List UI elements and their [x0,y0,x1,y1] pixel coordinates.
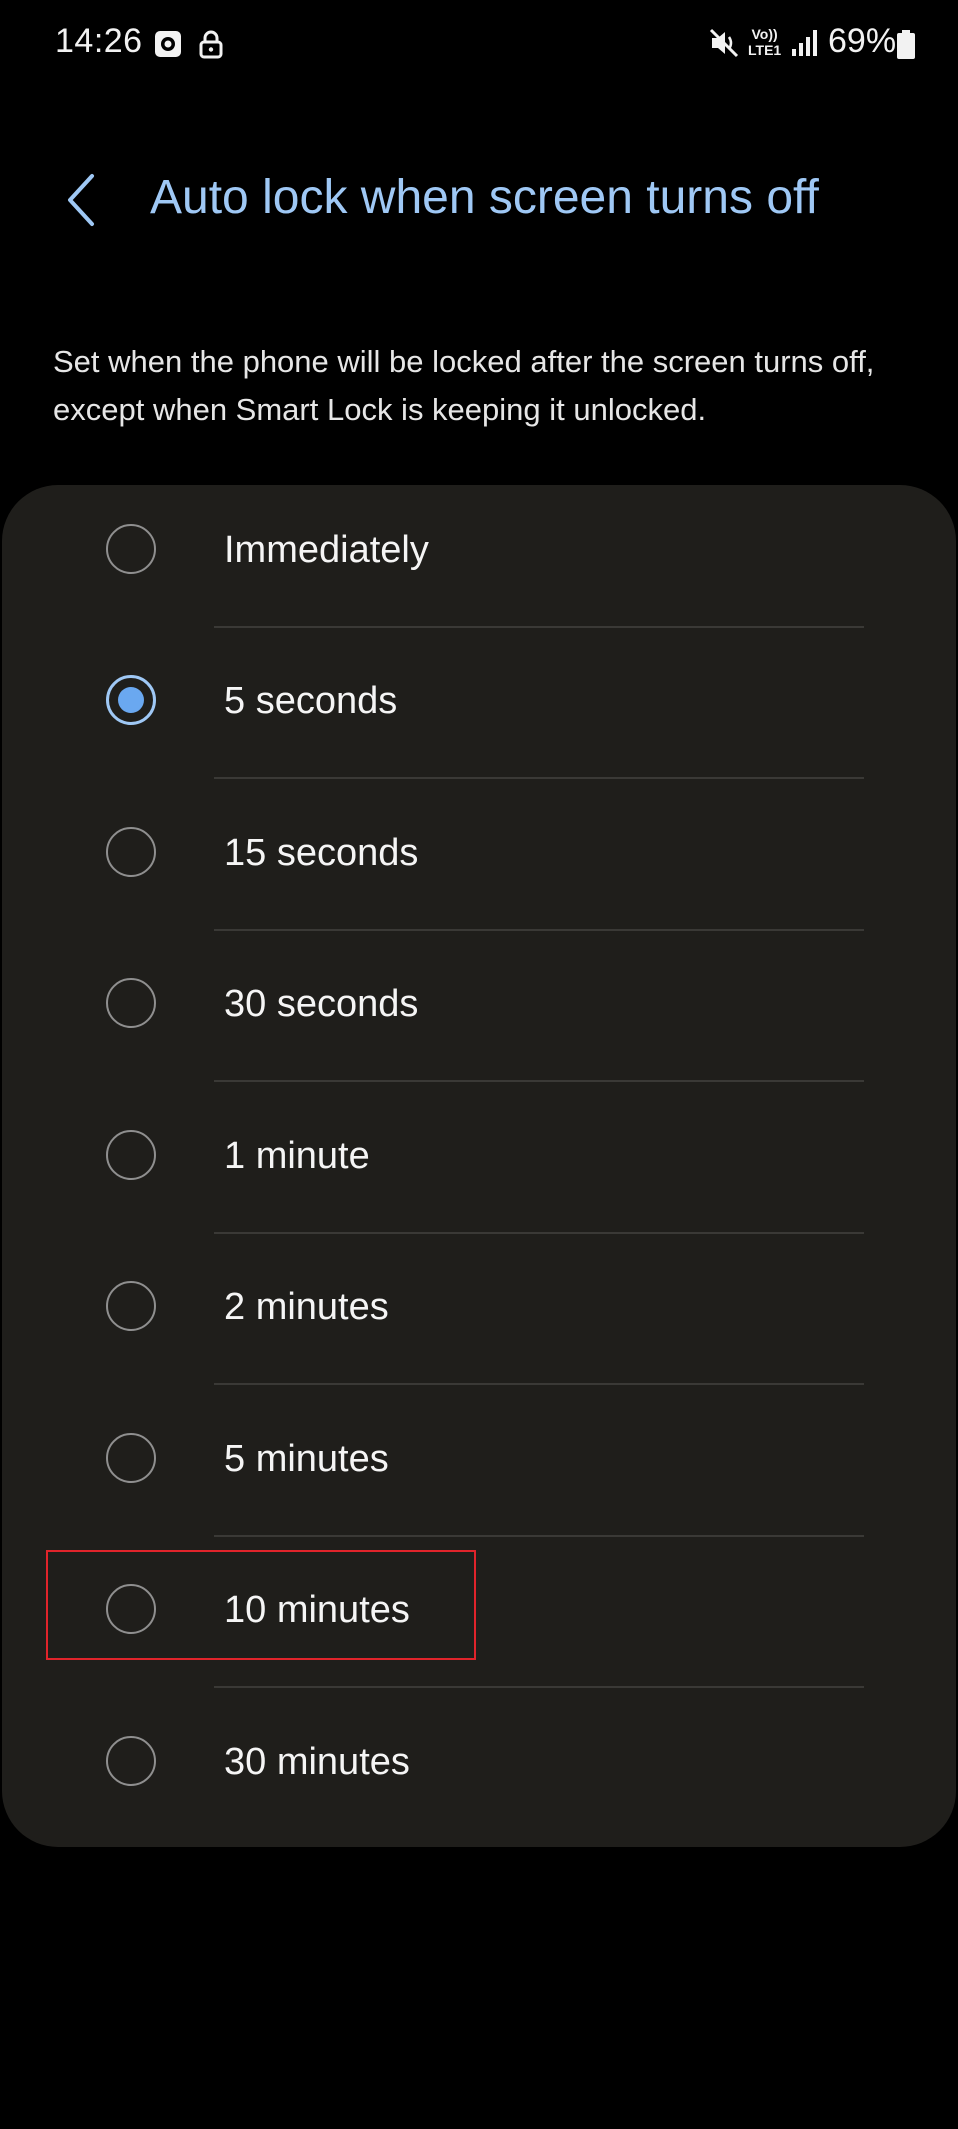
chevron-left-icon [68,174,94,226]
option-item[interactable]: 5 minutes [2,1384,956,1535]
option-item[interactable]: 30 seconds [2,930,956,1081]
option-item[interactable]: 1 minute [2,1081,956,1232]
photo-notification-icon [155,31,181,57]
option-item[interactable]: 2 minutes [2,1233,956,1384]
status-bar: 14:26 Vo)) LTE1 69% [0,0,958,90]
signal-icon [792,30,817,56]
option-label: Immediately [224,528,429,571]
option-label: 1 minute [224,1134,370,1177]
option-item[interactable]: 5 seconds [2,627,956,778]
lock-notification-icon [199,30,223,59]
back-button[interactable] [58,168,108,232]
radio-button-checked[interactable] [106,675,156,726]
radio-button[interactable] [106,1735,156,1786]
radio-button[interactable] [106,523,156,574]
option-label: 15 seconds [224,831,419,874]
volte-icon: Vo)) LTE1 [748,26,781,58]
option-label: 2 minutes [224,1286,389,1329]
page-title: Auto lock when screen turns off [150,171,819,224]
option-label: 10 minutes [224,1589,410,1632]
option-item[interactable]: 30 minutes [2,1687,956,1838]
battery-percentage: 69% [828,22,897,60]
radio-button[interactable] [106,1584,156,1635]
option-item[interactable]: Immediately [2,475,956,626]
option-label: 5 minutes [224,1437,389,1480]
battery-icon [897,30,915,59]
option-item[interactable]: 15 seconds [2,778,956,929]
status-time: 14:26 [55,22,143,60]
option-label: 30 seconds [224,983,419,1026]
radio-button[interactable] [106,978,156,1029]
radio-button[interactable] [106,1281,156,1332]
radio-button[interactable] [106,826,156,877]
option-label: 5 seconds [224,680,398,723]
option-item[interactable]: 10 minutes [2,1536,956,1687]
radio-button[interactable] [106,1129,156,1180]
option-label: 30 minutes [224,1740,410,1783]
volte-label-top: Vo)) [751,26,778,42]
options-card: Immediately 5 seconds 15 seconds 30 seconds… [2,485,956,1847]
volte-label-bottom: LTE1 [748,42,782,58]
mute-icon [709,28,739,58]
description-text: Set when the phone will be locked after … [53,344,875,427]
radio-button[interactable] [106,1432,156,1483]
